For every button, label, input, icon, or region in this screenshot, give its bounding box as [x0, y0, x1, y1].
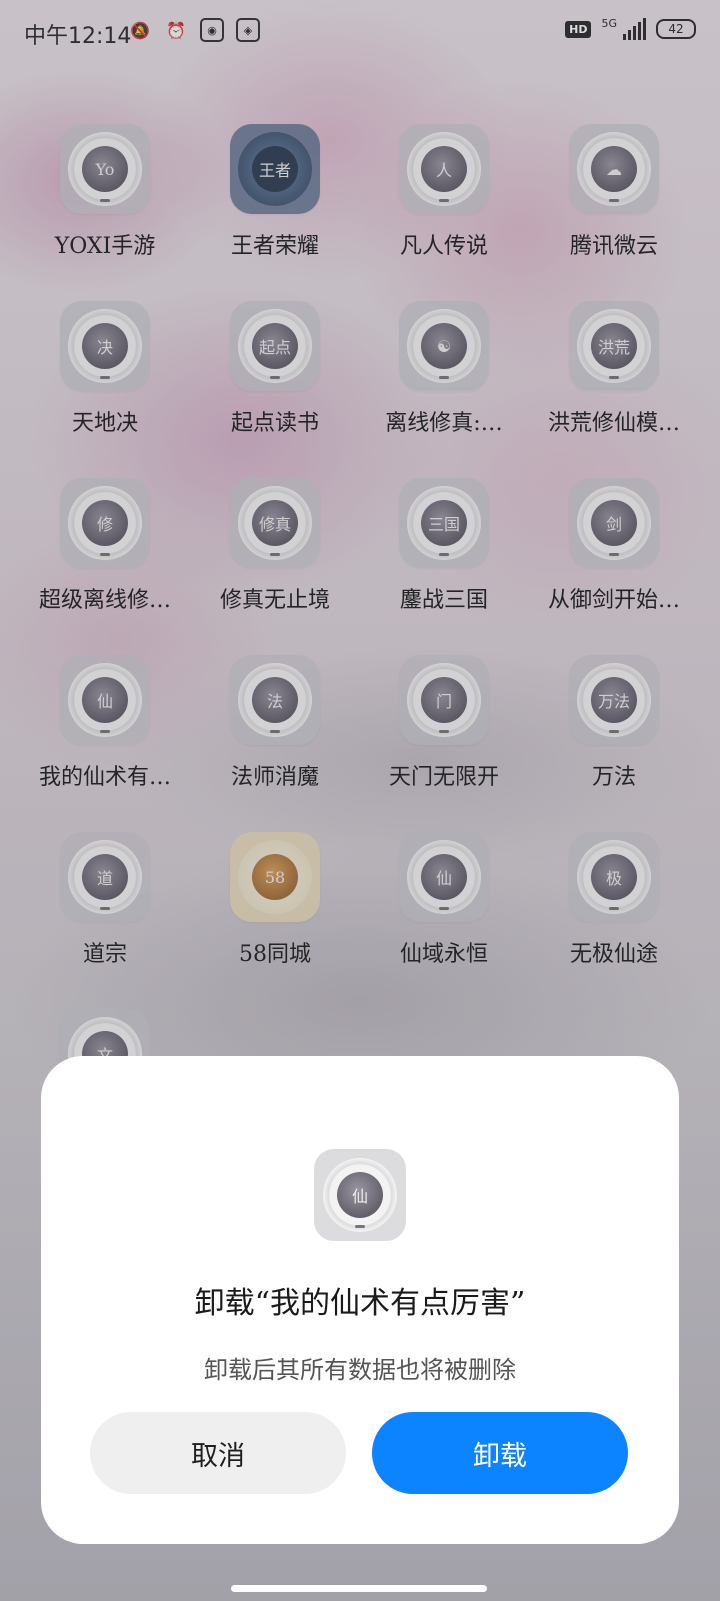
- uninstall-button[interactable]: 卸载: [372, 1412, 628, 1494]
- uninstall-dialog: 仙 卸载“我的仙术有点厉害” 卸载后其所有数据也将被删除 取消 卸载: [41, 1056, 679, 1544]
- cancel-button[interactable]: 取消: [90, 1412, 346, 1494]
- dialog-description: 卸载后其所有数据也将被删除: [204, 1356, 516, 1384]
- dialog-title: 卸载“我的仙术有点厉害”: [194, 1286, 526, 1321]
- dialog-app-icon: 仙: [314, 1149, 406, 1241]
- home-indicator[interactable]: [231, 1585, 487, 1592]
